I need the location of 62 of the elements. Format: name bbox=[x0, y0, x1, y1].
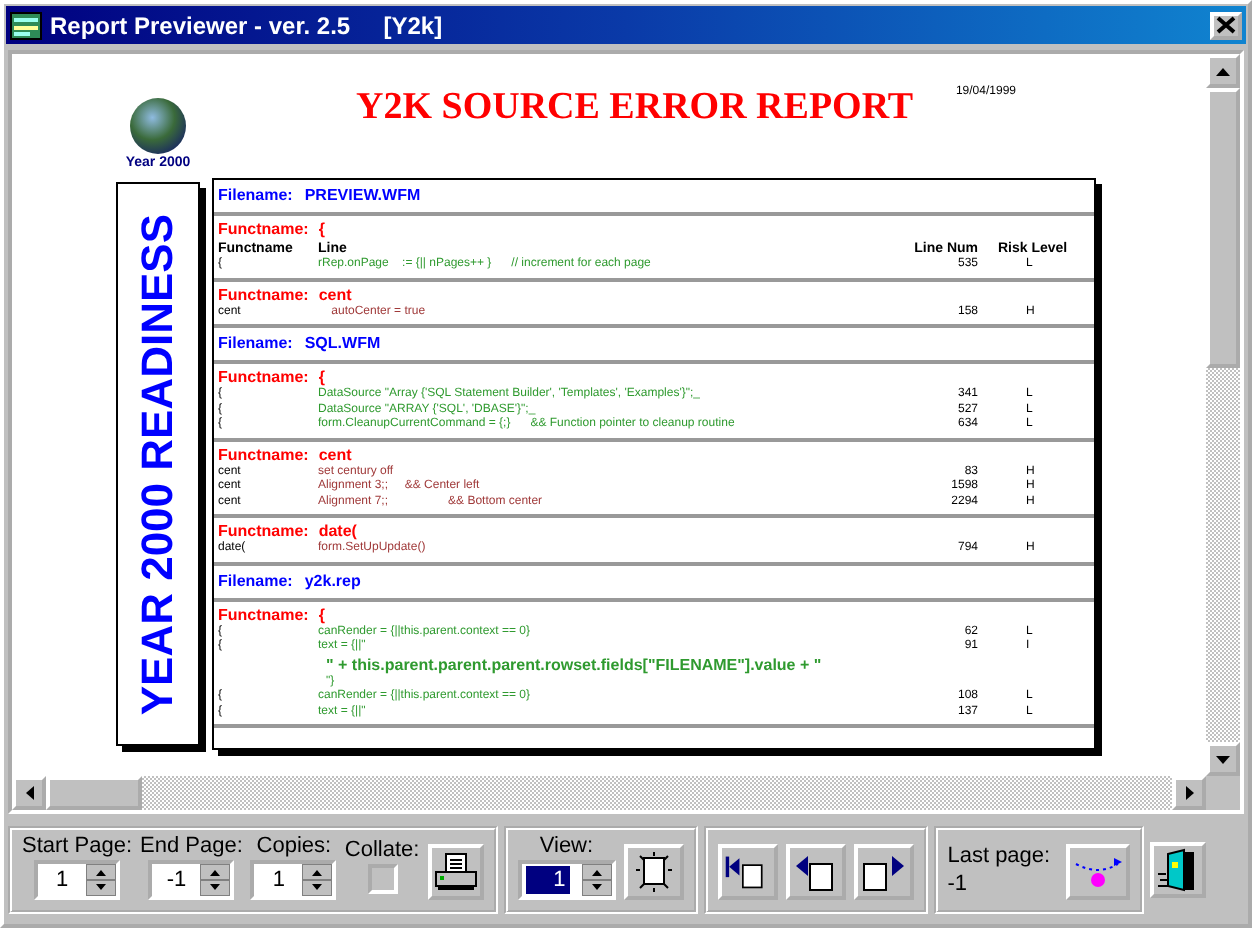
report-title: Y2K SOURCE ERROR REPORT bbox=[356, 86, 914, 132]
filename-value: PREVIEW.WFM bbox=[304, 186, 421, 204]
end-page-spinner[interactable]: -1 bbox=[148, 859, 235, 899]
copies-spinner[interactable]: 1 bbox=[250, 859, 337, 899]
functname-label: Functname: bbox=[218, 220, 309, 238]
functname-label: Functname: bbox=[218, 285, 309, 303]
filename-label: Filename: bbox=[218, 571, 293, 589]
spin-arrows-icon[interactable] bbox=[86, 863, 117, 895]
dotted-arrow-icon bbox=[1072, 853, 1125, 889]
field-label: End Page: bbox=[140, 833, 243, 857]
filename-label: Filename: bbox=[218, 334, 293, 352]
functname-value: { bbox=[318, 368, 325, 386]
filename-label: Filename: bbox=[218, 186, 293, 204]
scroll-thumb[interactable] bbox=[46, 776, 142, 810]
last-page-label: Last page: bbox=[947, 843, 1051, 867]
banner-text: YEAR 2000 READINESS bbox=[132, 213, 184, 715]
left-arrow-icon bbox=[23, 784, 35, 802]
functname-label: Functname: bbox=[218, 522, 309, 540]
zoom-button[interactable] bbox=[623, 843, 684, 899]
previous-page-button[interactable] bbox=[785, 843, 846, 899]
down-arrow-icon bbox=[1214, 753, 1232, 765]
app-icon bbox=[10, 11, 42, 39]
code-continuation: " + this.parent.parent.parent.rowset.fields["FILENAME"].value + " bbox=[326, 655, 824, 675]
window-title: Report Previewer - ver. 2.5 [Y2k] bbox=[50, 11, 445, 39]
printer-icon bbox=[433, 851, 478, 891]
scroll-down-button[interactable] bbox=[1206, 742, 1240, 776]
scroll-right-button[interactable] bbox=[1172, 776, 1206, 810]
go-to-page-button[interactable] bbox=[1066, 843, 1131, 899]
globe-icon bbox=[130, 98, 186, 154]
functname-label: Functname: bbox=[218, 605, 309, 623]
collate-checkbox[interactable] bbox=[367, 863, 398, 893]
functname-value: cent bbox=[318, 445, 352, 463]
functname-label: Functname: bbox=[218, 368, 309, 386]
functname-value: date( bbox=[318, 522, 357, 540]
spin-arrows-icon[interactable] bbox=[581, 863, 612, 895]
exit-button[interactable] bbox=[1150, 841, 1207, 897]
field-label: Collate: bbox=[344, 837, 420, 861]
view-spinner[interactable]: 1 bbox=[517, 859, 616, 899]
field-label: View: bbox=[539, 833, 594, 857]
field-label: Copies: bbox=[256, 833, 332, 857]
print-button[interactable] bbox=[427, 843, 484, 899]
scroll-thumb[interactable] bbox=[1206, 88, 1240, 368]
start-page-spinner[interactable]: 1 bbox=[34, 859, 121, 899]
field-label: Start Page: bbox=[22, 833, 133, 857]
functname-label: Functname: bbox=[218, 445, 309, 463]
functname-value: { bbox=[318, 605, 325, 623]
next-page-button[interactable] bbox=[853, 843, 914, 899]
filename-value: SQL.WFM bbox=[304, 334, 381, 352]
scroll-up-button[interactable] bbox=[1206, 54, 1240, 88]
close-button[interactable] bbox=[1210, 11, 1242, 39]
right-arrow-icon bbox=[1183, 784, 1195, 802]
last-page-value: -1 bbox=[947, 871, 969, 895]
scroll-left-button[interactable] bbox=[12, 776, 46, 810]
up-arrow-icon bbox=[1214, 65, 1232, 77]
filename-value: y2k.rep bbox=[304, 571, 361, 589]
functname-value: cent bbox=[318, 285, 352, 303]
spin-arrows-icon[interactable] bbox=[200, 863, 231, 895]
spin-arrows-icon[interactable] bbox=[302, 863, 333, 895]
functname-value: { bbox=[318, 220, 325, 238]
first-page-button[interactable] bbox=[717, 843, 778, 899]
vertical-scrollbar[interactable] bbox=[1206, 54, 1240, 776]
horizontal-scrollbar[interactable] bbox=[12, 776, 1206, 810]
